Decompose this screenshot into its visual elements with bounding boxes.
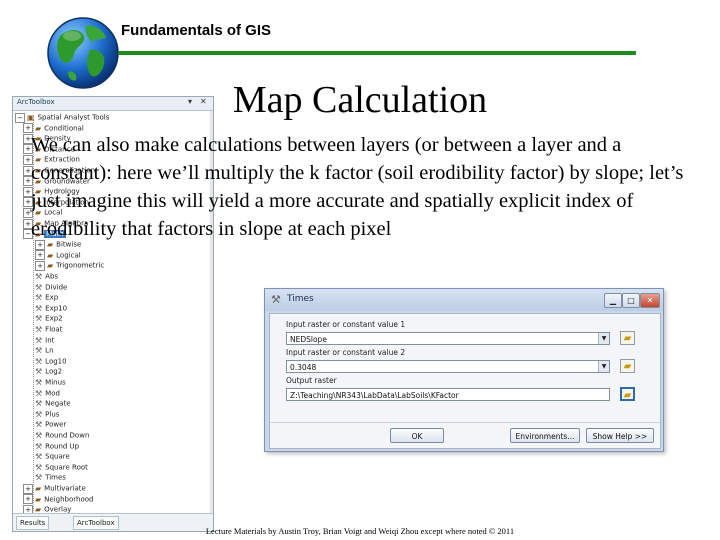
- tree-item-label: Float: [45, 325, 63, 334]
- dialog-titlebar[interactable]: ⚒ Times ▁ □ ✕: [265, 289, 663, 311]
- maximize-button[interactable]: □: [622, 293, 640, 308]
- ok-button[interactable]: OK: [390, 428, 444, 443]
- input2-value: 0.3048: [290, 363, 317, 372]
- browse-folder-icon[interactable]: ▰: [620, 359, 635, 373]
- tree-item-label: Round Up: [45, 442, 80, 451]
- tool-hammer-icon: ⚒: [271, 293, 281, 306]
- tree-item-label: Logical: [56, 251, 81, 260]
- tree-item-label: Abs: [45, 272, 59, 281]
- slide-body-text: We can also make calculations between la…: [31, 134, 684, 240]
- tree-item-label: Power: [45, 420, 67, 429]
- dialog-title: Times: [287, 294, 314, 304]
- tree-item-label: Round Down: [45, 431, 90, 440]
- browse-folder-icon[interactable]: ▰: [620, 387, 635, 401]
- tree-item-label: Exp: [45, 293, 59, 302]
- tree-item-label: Square: [45, 452, 70, 461]
- footer-credit: Lecture Materials by Austin Troy, Brian …: [205, 526, 515, 536]
- dialog-body: Input raster or constant value 1 NEDSlop…: [269, 313, 661, 449]
- header-title: Fundamentals of GIS: [121, 22, 272, 39]
- toolset-icon: ▰: [35, 505, 42, 513]
- output-field[interactable]: Z:\Teaching\NR343\LabData\LabSoils\KFact…: [286, 388, 610, 401]
- input2-dropdown[interactable]: 0.3048 ▼: [286, 360, 610, 373]
- tree-item-label: Times: [45, 473, 66, 482]
- tree-item-label: Multivariate: [44, 484, 86, 493]
- tree-item-label: Int: [45, 336, 55, 345]
- tree-item-label: Mod: [45, 389, 60, 398]
- tree-item-label: Neighborhood: [44, 495, 94, 504]
- tree-item-label: Trigonometric: [56, 261, 105, 270]
- input2-label: Input raster or constant value 2: [286, 348, 406, 357]
- tree-item-label: Exp10: [45, 304, 68, 313]
- tree-item-label: Log2: [45, 367, 63, 376]
- chevron-down-icon[interactable]: ▼: [598, 333, 609, 344]
- tree-item-label: Ln: [45, 346, 54, 355]
- tree-item-label: Minus: [45, 378, 66, 387]
- show-help-button[interactable]: Show Help >>: [586, 428, 654, 443]
- tree-toolset-item[interactable]: + ▰ Overlay: [23, 503, 71, 513]
- output-label: Output raster: [286, 376, 337, 385]
- minimize-button[interactable]: ▁: [604, 293, 622, 308]
- tree-item-label: Overlay: [44, 505, 72, 513]
- browse-folder-icon[interactable]: ▰: [620, 331, 635, 345]
- tree-item-label: Square Root: [45, 463, 88, 472]
- tree-item-label: Log10: [45, 357, 67, 366]
- tree-item-label: Exp2: [45, 314, 63, 323]
- header-rule: [118, 51, 636, 55]
- dialog-separator: [270, 422, 660, 423]
- output-value: Z:\Teaching\NR343\LabData\LabSoils\KFact…: [290, 391, 459, 400]
- tree-item-label: Plus: [45, 410, 60, 419]
- close-button[interactable]: ✕: [640, 293, 660, 308]
- environments-button[interactable]: Environments...: [510, 428, 580, 443]
- tree-item-label: Negate: [45, 399, 71, 408]
- expand-icon[interactable]: +: [23, 504, 33, 513]
- input1-dropdown[interactable]: NEDSlope ▼: [286, 332, 610, 345]
- times-dialog: ⚒ Times ▁ □ ✕ Input raster or constant v…: [264, 288, 664, 452]
- input1-value: NEDSlope: [290, 335, 327, 344]
- slide-title: Map Calculation: [232, 79, 488, 121]
- tree-item-label: Divide: [45, 283, 68, 292]
- input1-label: Input raster or constant value 1: [286, 320, 406, 329]
- chevron-down-icon[interactable]: ▼: [598, 361, 609, 372]
